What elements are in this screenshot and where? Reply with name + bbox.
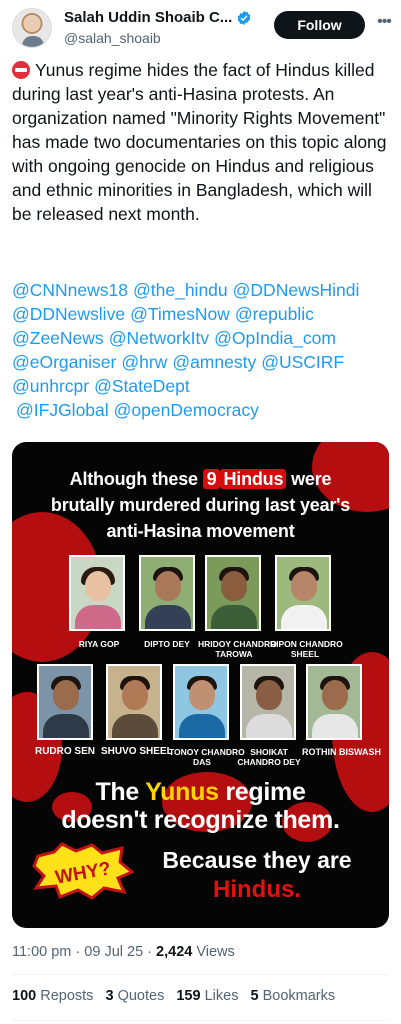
victim-name: SHOIKAT CHANDRO DEY bbox=[237, 747, 301, 767]
stop-sign-icon bbox=[12, 61, 30, 79]
handle[interactable]: @salah_shoaib bbox=[64, 30, 161, 46]
why-burst-icon: WHY? bbox=[32, 842, 134, 900]
mention-link[interactable]: @republic bbox=[235, 304, 314, 324]
image-because: Because they are bbox=[162, 847, 352, 873]
victim-photo bbox=[275, 555, 331, 631]
mention-link[interactable]: @NetworkItv bbox=[109, 328, 209, 348]
victim-photo bbox=[205, 555, 261, 631]
follow-button[interactable]: Follow bbox=[274, 11, 365, 39]
headline-post: were bbox=[291, 469, 332, 489]
divider bbox=[12, 974, 389, 975]
victim-name: RUDRO SEN bbox=[34, 746, 95, 757]
victim-name: DIPTO DEY bbox=[144, 639, 190, 649]
victim-name: TONOY CHANDRO DAS bbox=[169, 747, 245, 767]
mention-list: @CNNnews18 @the_hindu @DDNewsHindi @DDNews… bbox=[12, 278, 394, 422]
engagement-stats: 100 Reposts 3 Quotes 159 Likes 5 Bookmar… bbox=[12, 988, 343, 1004]
victim-photo bbox=[306, 664, 362, 740]
mention-link[interactable]: @USCIRF bbox=[261, 352, 344, 372]
image-line-recognize: doesn't recognize them. bbox=[61, 806, 340, 834]
headline-line2: brutally murdered during last year's bbox=[50, 495, 351, 515]
tweet-text: Yunus regime hides the fact of Hindus ki… bbox=[12, 58, 394, 226]
tweet-timestamp: 11:00 pm · 09 Jul 25 · 2,424 Views bbox=[12, 944, 235, 960]
victim-photo bbox=[37, 664, 93, 740]
victim-name: RIYA GOP bbox=[78, 639, 120, 649]
tweet-time[interactable]: 11:00 pm bbox=[12, 944, 71, 960]
mention-link[interactable]: @CNNnews18 bbox=[12, 280, 128, 300]
more-horizontal-icon[interactable]: ••• bbox=[374, 12, 394, 32]
verified-badge-icon bbox=[237, 11, 251, 25]
likes-stat[interactable]: 159 Likes bbox=[176, 988, 238, 1004]
headline-number: 9 bbox=[202, 469, 221, 489]
mention-link[interactable]: @hrw bbox=[121, 352, 167, 372]
headline-hindus: Hindus bbox=[220, 469, 287, 489]
views-label: Views bbox=[196, 944, 235, 960]
mention-link[interactable]: @TimesNow bbox=[130, 304, 230, 324]
victim-name: ROTHIN BISWASH bbox=[302, 747, 382, 757]
mention-link[interactable]: @unhrcpr bbox=[12, 376, 89, 396]
divider bbox=[12, 1020, 389, 1021]
victim-name: RIPON CHANDRO SHEEL bbox=[270, 639, 343, 659]
victim-name: SHUVO SHEEL bbox=[101, 746, 173, 757]
mention-link[interactable]: @openDemocracy bbox=[114, 400, 259, 420]
victim-photo bbox=[139, 555, 195, 631]
victim-photo bbox=[106, 664, 162, 740]
victim-photo bbox=[173, 664, 229, 740]
image-headline: Although these 9 Hindus were brutally mur… bbox=[12, 466, 389, 544]
victim-photo bbox=[69, 555, 125, 631]
bookmarks-stat[interactable]: 5 Bookmarks bbox=[250, 988, 335, 1004]
victim-photo bbox=[240, 664, 296, 740]
mention-link[interactable]: @the_hindu bbox=[133, 280, 228, 300]
mention-link[interactable]: @DDNewsHindi bbox=[233, 280, 360, 300]
image-line-yunus: The Yunus regime bbox=[95, 778, 306, 806]
mention-link[interactable]: @DDNewslive bbox=[12, 304, 125, 324]
avatar[interactable] bbox=[12, 8, 52, 48]
views-count: 2,424 bbox=[156, 944, 193, 960]
reposts-stat[interactable]: 100 Reposts bbox=[12, 988, 93, 1004]
tweet-header: Salah Uddin Shoaib C... @salah_shoaib Fo… bbox=[0, 0, 401, 54]
mention-link[interactable]: @IFJGlobal bbox=[16, 400, 109, 420]
headline-pre: Although these bbox=[69, 469, 198, 489]
mention-link[interactable]: @ZeeNews bbox=[12, 328, 104, 348]
tweet-date[interactable]: 09 Jul 25 bbox=[84, 944, 143, 960]
quotes-stat[interactable]: 3 Quotes bbox=[105, 988, 164, 1004]
mention-link[interactable]: @eOrganiser bbox=[12, 352, 116, 372]
mention-link[interactable]: @amnesty bbox=[172, 352, 256, 372]
tweet-body: Yunus regime hides the fact of Hindus ki… bbox=[12, 60, 387, 224]
headline-line3: anti-Hasina movement bbox=[106, 521, 295, 541]
mention-link[interactable]: @StateDept bbox=[94, 376, 190, 396]
image-hindus: Hindus. bbox=[213, 876, 301, 903]
victim-name: HRIDOY CHANDRO TAROWA bbox=[198, 639, 277, 659]
mention-link[interactable]: @OpIndia_com bbox=[214, 328, 336, 348]
display-name[interactable]: Salah Uddin Shoaib C... bbox=[64, 9, 232, 26]
tweet-media-image[interactable]: Although these 9 Hindus were brutally mur… bbox=[12, 442, 389, 928]
